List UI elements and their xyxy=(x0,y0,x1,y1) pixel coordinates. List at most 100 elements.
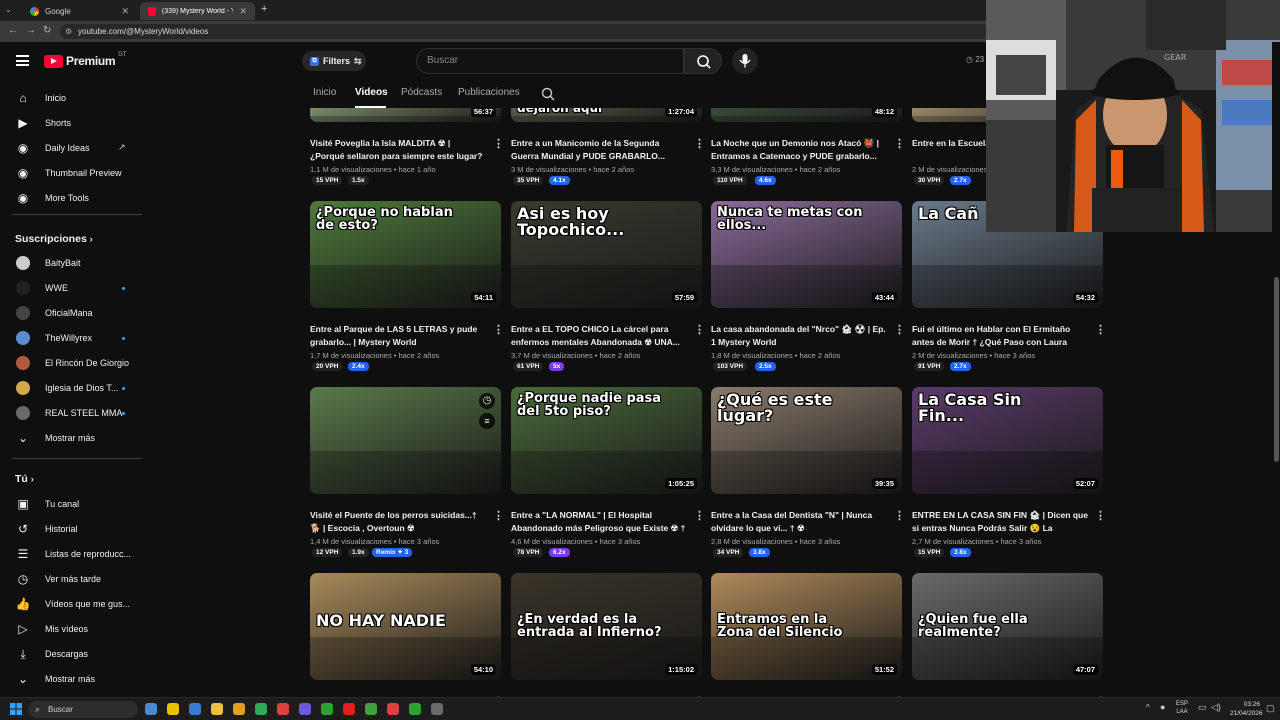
tab-videos[interactable]: Videos xyxy=(355,87,388,98)
tab-search-icon[interactable]: ⌄ xyxy=(5,5,12,14)
opera-icon[interactable] xyxy=(277,703,289,715)
more-actions-icon[interactable]: ⋮ xyxy=(493,139,504,150)
sidebar-item[interactable]: ◉ Daily Ideas xyxy=(0,136,150,160)
site-info-icon[interactable]: ⚙ xyxy=(65,24,72,39)
tab-google[interactable]: Google ✕ xyxy=(22,2,137,20)
tab-podcasts[interactable]: Pódcasts xyxy=(401,87,442,98)
sidebar-item[interactable]: ⌂ Inicio xyxy=(0,86,150,110)
tray-chevron-icon[interactable]: ^ xyxy=(1146,703,1150,712)
windows-start-icon[interactable] xyxy=(10,703,22,715)
more-actions-icon[interactable]: ⋮ xyxy=(1095,325,1106,336)
video-title[interactable]: Fui el último en Hablar con El Ermitaño … xyxy=(912,323,1088,348)
video-thumbnail[interactable]: 48:12 xyxy=(711,108,902,122)
notifications-icon[interactable]: ▢ xyxy=(1266,703,1275,714)
chrome-icon[interactable] xyxy=(255,703,267,715)
add-to-queue-icon[interactable]: ≡ xyxy=(479,413,495,429)
video-title[interactable]: ENTRE EN LA CASA SIN FIN 🏚 | Dicen que s… xyxy=(912,509,1088,534)
more-actions-icon[interactable]: ⋮ xyxy=(1095,511,1106,522)
video-thumbnail[interactable]: ¿Porque no hablan de esto? 54:11 xyxy=(310,201,501,308)
channel-search-icon[interactable] xyxy=(540,86,556,102)
sidebar-item[interactable]: ◉ More Tools xyxy=(0,186,150,210)
filters-button[interactable]: ⧉ Filters ⇆ xyxy=(302,51,366,71)
new-tab-button[interactable]: + xyxy=(261,3,267,15)
video-thumbnail[interactable]: ¿En verdad es la entrada al Infierno? 1:1… xyxy=(511,573,702,680)
more-actions-icon[interactable]: ⋮ xyxy=(694,511,705,522)
page-scrollbar[interactable] xyxy=(1272,42,1280,695)
video-thumbnail[interactable]: Asi es hoy Topochico... 57:59 xyxy=(511,201,702,308)
tab-publicaciones[interactable]: Publicaciones xyxy=(458,87,520,98)
sidebar-item[interactable]: ◷ Ver más tarde xyxy=(0,567,150,591)
sidebar-item[interactable]: Iglesia de Dios T... xyxy=(0,376,150,400)
network-icon[interactable]: ▭ xyxy=(1198,702,1207,713)
video-thumbnail[interactable]: NO HAY NADIE 54:10 xyxy=(310,573,501,680)
subscriptions-header[interactable]: Suscripciones › xyxy=(15,233,93,245)
sidebar-item[interactable]: ▶ Shorts xyxy=(0,111,150,135)
forward-icon[interactable]: → xyxy=(26,25,36,36)
sidebar-item[interactable]: ◉ Thumbnail Preview xyxy=(0,161,150,185)
play-store-icon[interactable] xyxy=(365,703,377,715)
tab-inicio[interactable]: Inicio xyxy=(313,87,336,98)
search-button[interactable] xyxy=(684,48,722,74)
sidebar-item[interactable]: REAL STEEL MMA xyxy=(0,401,150,425)
sidebar-item[interactable]: ⤓ Descargas xyxy=(0,642,150,666)
sidebar-item[interactable]: BaityBait xyxy=(0,251,150,275)
video-thumbnail[interactable]: ¿Qué es este lugar? 39:35 xyxy=(711,387,902,494)
folder-icon[interactable] xyxy=(233,703,245,715)
video-title[interactable]: Entre al Parque de LAS 5 LETRAS y pude g… xyxy=(310,323,486,348)
video-thumbnail[interactable]: ¿Porque nadie pasa del 5to piso? 1:05:25 xyxy=(511,387,702,494)
more-actions-icon[interactable]: ⋮ xyxy=(894,325,905,336)
more-actions-icon[interactable]: ⋮ xyxy=(493,511,504,522)
sticky-notes-icon[interactable] xyxy=(211,703,223,715)
voice-search-button[interactable] xyxy=(732,48,758,74)
sidebar-item[interactable]: ☰ Listas de reproducc... xyxy=(0,542,150,566)
obs-icon[interactable] xyxy=(431,703,443,715)
you-header[interactable]: Tú › xyxy=(15,473,34,485)
language-indicator[interactable]: ESP LAA xyxy=(1176,700,1188,716)
scrollbar-thumb[interactable] xyxy=(1274,277,1279,462)
close-icon[interactable]: ✕ xyxy=(239,6,247,17)
excel-icon[interactable] xyxy=(409,703,421,715)
taskbar-search[interactable]: ⌕ Buscar xyxy=(28,701,138,718)
sidebar-item[interactable]: 👍 Vídeos que me gus... xyxy=(0,592,150,616)
more-actions-icon[interactable]: ⋮ xyxy=(493,325,504,336)
sidebar-item[interactable]: OficialMana xyxy=(0,301,150,325)
close-icon[interactable]: ✕ xyxy=(121,6,129,17)
video-thumbnail[interactable]: Entramos en la Zona del Silencio 51:52 xyxy=(711,573,902,680)
video-thumbnail[interactable]: ◷ ≡ xyxy=(310,387,501,494)
video-thumbnail[interactable]: 56:37 xyxy=(310,108,501,122)
watch-later-icon[interactable]: ◷ xyxy=(479,393,495,409)
sidebar-item[interactable]: ⌄ Mostrar más xyxy=(0,426,150,450)
edge-icon[interactable] xyxy=(189,703,201,715)
xbox-icon[interactable] xyxy=(321,703,333,715)
volume-icon[interactable]: ◁) xyxy=(1211,702,1221,713)
video-title[interactable]: Visité el Puente de los perros suicidas.… xyxy=(310,509,486,534)
youtube-premium-logo[interactable]: Premium GT xyxy=(44,52,127,68)
more-actions-icon[interactable]: ⋮ xyxy=(694,325,705,336)
microphone-tray-icon[interactable]: ● xyxy=(1160,702,1165,712)
more-actions-icon[interactable]: ⋮ xyxy=(894,139,905,150)
sidebar-item[interactable]: El Rincón De Giorgio xyxy=(0,351,150,375)
video-thumbnail[interactable]: Nunca te metas con ellos... 43:44 xyxy=(711,201,902,308)
clock[interactable]: 03:26 21/04/2026 xyxy=(1230,700,1263,718)
sidebar-item[interactable]: ▣ Tu canal xyxy=(0,492,150,516)
pdf-icon[interactable] xyxy=(387,703,399,715)
video-thumbnail[interactable]: ¿Quien fue ella realmente? 47:07 xyxy=(912,573,1103,680)
video-title[interactable]: La casa abandonada del "Nrco" 🏚 ☢ | Ep. … xyxy=(711,323,887,348)
remix-button[interactable]: Remix ✦ 3 xyxy=(372,548,413,557)
task-view-icon[interactable] xyxy=(145,703,157,715)
sidebar-item[interactable]: WWE xyxy=(0,276,150,300)
video-thumbnail[interactable]: La Casa Sin Fin... 52:07 xyxy=(912,387,1103,494)
youtube-music-icon[interactable] xyxy=(343,703,355,715)
video-title[interactable]: Entre a "LA NORMAL" | El Hospital Abando… xyxy=(511,509,687,534)
external-link-icon[interactable]: ↗ xyxy=(118,142,126,153)
more-actions-icon[interactable]: ⋮ xyxy=(694,139,705,150)
back-icon[interactable]: ← xyxy=(8,25,18,36)
tab-youtube[interactable]: (339) Mystery World - YouTube ✕ xyxy=(140,2,255,20)
sidebar-item[interactable]: ⌄ Mostrar más xyxy=(0,667,150,691)
search-input[interactable]: Buscar xyxy=(416,48,684,74)
video-title[interactable]: La Noche que un Demonio nos Atacó 👹 | En… xyxy=(711,137,887,162)
video-title[interactable]: Entre a la Casa del Dentista "N" | Nunca… xyxy=(711,509,887,534)
more-actions-icon[interactable]: ⋮ xyxy=(894,511,905,522)
video-thumbnail[interactable]: dejaron aquí 1:27:04 xyxy=(511,108,702,122)
video-title[interactable]: Visité Poveglia la Isla MALDITA ☢ | ¿Por… xyxy=(310,137,486,162)
